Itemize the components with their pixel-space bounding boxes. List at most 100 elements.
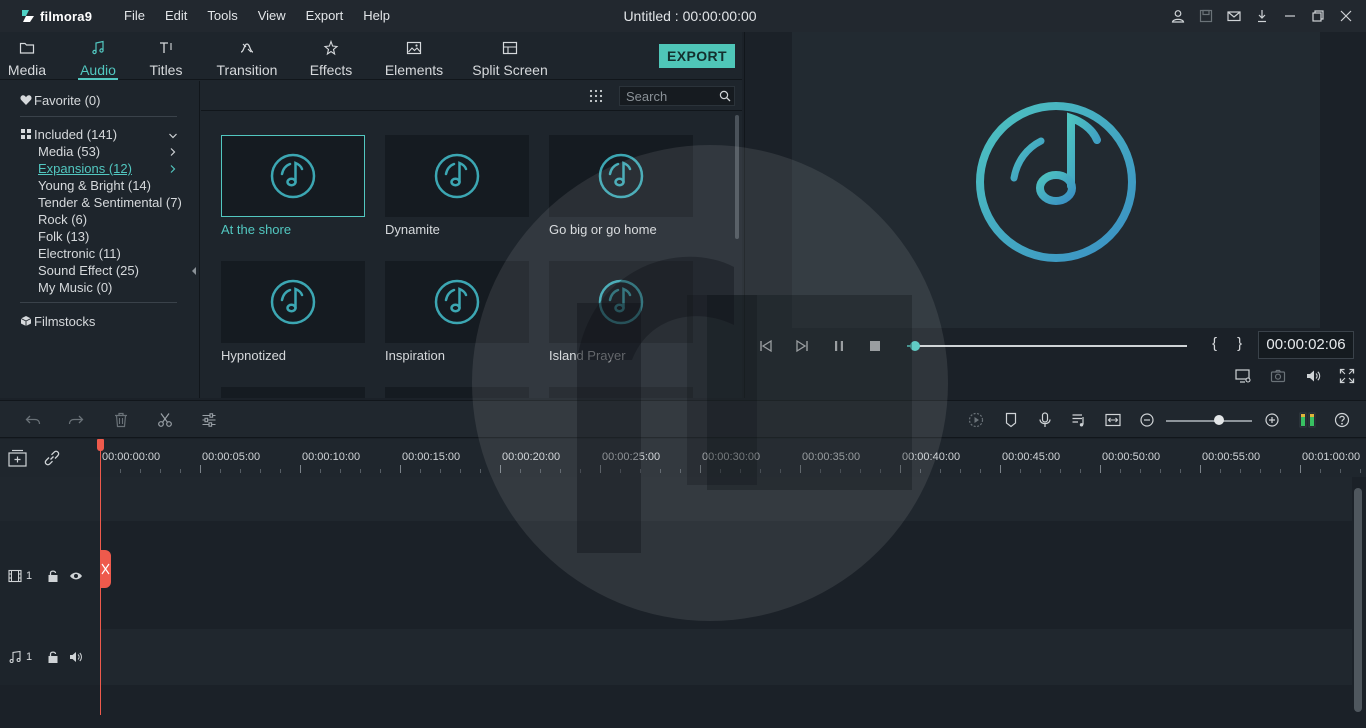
- view-grid-icon[interactable]: [589, 89, 603, 103]
- audio-mixer-button[interactable]: [1071, 412, 1087, 428]
- tab-transition[interactable]: Transition: [214, 32, 280, 80]
- help-button[interactable]: [1334, 412, 1350, 428]
- playhead-marker[interactable]: [97, 439, 104, 451]
- audio-item-partial[interactable]: [385, 387, 529, 398]
- chevron-down-icon[interactable]: [168, 131, 178, 141]
- render-settings-button[interactable]: [1233, 367, 1253, 385]
- fullscreen-button[interactable]: [1337, 367, 1357, 385]
- sidebar-favorite[interactable]: Favorite (0): [20, 92, 100, 109]
- link-icon[interactable]: [43, 449, 61, 467]
- tab-media[interactable]: Media: [6, 32, 48, 80]
- step-forward-button[interactable]: [793, 337, 811, 355]
- export-button[interactable]: EXPORT: [659, 44, 735, 68]
- library-scrollbar[interactable]: [735, 115, 739, 239]
- menu-view[interactable]: View: [248, 0, 296, 32]
- video-track[interactable]: [100, 521, 1352, 629]
- zoom-out-button[interactable]: [1139, 412, 1155, 428]
- zoom-slider-track[interactable]: [1166, 420, 1252, 422]
- menu-export[interactable]: Export: [296, 0, 354, 32]
- sidebar-item-folk[interactable]: Folk (13): [38, 228, 89, 245]
- sidebar-filmstocks[interactable]: Filmstocks: [20, 313, 95, 330]
- sidebar-item-rock[interactable]: Rock (6): [38, 211, 87, 228]
- tab-audio[interactable]: Audio: [78, 32, 118, 80]
- stop-button[interactable]: [866, 337, 884, 355]
- sidebar-item-electronic[interactable]: Electronic (11): [38, 245, 121, 262]
- sidebar-item-sound-effect[interactable]: Sound Effect (25): [38, 262, 139, 279]
- menu-edit[interactable]: Edit: [155, 0, 197, 32]
- audio-item-partial[interactable]: [549, 387, 693, 398]
- timeline-scrollbar[interactable]: [1354, 488, 1362, 712]
- search-input[interactable]: [620, 87, 716, 105]
- empty-track[interactable]: [100, 685, 1352, 728]
- undo-button[interactable]: [25, 412, 41, 428]
- lock-icon[interactable]: [46, 569, 60, 583]
- step-back-button[interactable]: [757, 337, 775, 355]
- collapse-sidebar-icon[interactable]: [190, 266, 198, 276]
- audio-item-inspiration[interactable]: Inspiration: [385, 261, 529, 363]
- menu-file[interactable]: File: [114, 0, 155, 32]
- chevron-right-icon[interactable]: [168, 164, 178, 174]
- close-button[interactable]: [1332, 0, 1360, 32]
- search-icon[interactable]: [719, 90, 731, 102]
- lock-icon[interactable]: [46, 650, 60, 664]
- audio-thumbnail[interactable]: [221, 387, 365, 398]
- save-button[interactable]: [1192, 0, 1220, 32]
- tab-elements[interactable]: Elements: [382, 32, 446, 80]
- sidebar-item-media[interactable]: Media (53): [38, 143, 100, 160]
- sidebar-item-my-music[interactable]: My Music (0): [38, 279, 112, 296]
- mark-in-out-buttons[interactable]: { }: [1212, 335, 1250, 352]
- download-button[interactable]: [1248, 0, 1276, 32]
- audio-item-partial[interactable]: [221, 387, 365, 398]
- audio-thumbnail[interactable]: [221, 135, 365, 217]
- minimize-icon: [1285, 15, 1295, 17]
- sidebar-included[interactable]: Included (141): [20, 126, 117, 143]
- cut-button[interactable]: [157, 412, 173, 428]
- audio-item-go-big[interactable]: Go big or go home: [549, 135, 693, 237]
- empty-track[interactable]: [100, 477, 1352, 521]
- adjust-button[interactable]: [201, 412, 217, 428]
- tab-split-screen[interactable]: Split Screen: [472, 32, 548, 80]
- add-track-icon[interactable]: [8, 449, 28, 467]
- render-preview-button[interactable]: [968, 412, 984, 428]
- menu-tools[interactable]: Tools: [197, 0, 247, 32]
- timeline-ruler[interactable]: 00:00:00:00 00:00:05:00 00:00:10:00 00:00:1…: [100, 439, 1366, 477]
- volume-button[interactable]: [1303, 367, 1323, 385]
- eye-icon[interactable]: [69, 569, 83, 583]
- fit-timeline-button[interactable]: [1105, 412, 1121, 428]
- snapshot-button[interactable]: [1268, 367, 1288, 385]
- zoom-in-button[interactable]: [1264, 412, 1280, 428]
- audio-thumbnail[interactable]: [549, 135, 693, 217]
- tab-effects[interactable]: Effects: [306, 32, 356, 80]
- audio-item-island-prayer[interactable]: Island Prayer: [549, 261, 693, 363]
- chevron-right-icon[interactable]: [168, 147, 178, 157]
- audio-thumbnail[interactable]: [549, 261, 693, 343]
- audio-thumbnail[interactable]: [549, 387, 693, 398]
- sidebar-item-young-bright[interactable]: Young & Bright (14): [38, 177, 151, 194]
- menu-help[interactable]: Help: [353, 0, 400, 32]
- audio-thumbnail[interactable]: [385, 387, 529, 398]
- account-button[interactable]: [1164, 0, 1192, 32]
- zoom-slider-knob[interactable]: [1214, 415, 1224, 425]
- delete-button[interactable]: [113, 412, 129, 428]
- record-voiceover-button[interactable]: [1037, 412, 1053, 428]
- add-marker-button[interactable]: [1003, 412, 1019, 428]
- playback-progress-knob[interactable]: [910, 341, 921, 351]
- sidebar-item-tender-sentimental[interactable]: Tender & Sentimental (7): [38, 194, 182, 211]
- audio-item-dynamite[interactable]: Dynamite: [385, 135, 529, 237]
- audio-thumbnail[interactable]: [385, 261, 529, 343]
- messages-button[interactable]: [1220, 0, 1248, 32]
- audio-track[interactable]: [100, 629, 1352, 685]
- audio-item-hypnotized[interactable]: Hypnotized: [221, 261, 365, 363]
- restore-button[interactable]: [1304, 0, 1332, 32]
- tab-titles[interactable]: Titles: [146, 32, 186, 80]
- playback-progress-track[interactable]: [907, 345, 1187, 347]
- pause-button[interactable]: [830, 337, 848, 355]
- speaker-icon[interactable]: [69, 650, 83, 664]
- audio-thumbnail[interactable]: [385, 135, 529, 217]
- audio-item-at-the-shore[interactable]: At the shore: [221, 135, 365, 237]
- minimize-button[interactable]: [1276, 0, 1304, 32]
- playhead-handle[interactable]: [100, 550, 111, 588]
- redo-button[interactable]: [68, 412, 84, 428]
- sidebar-item-expansions[interactable]: Expansions (12): [38, 160, 132, 177]
- audio-thumbnail[interactable]: [221, 261, 365, 343]
